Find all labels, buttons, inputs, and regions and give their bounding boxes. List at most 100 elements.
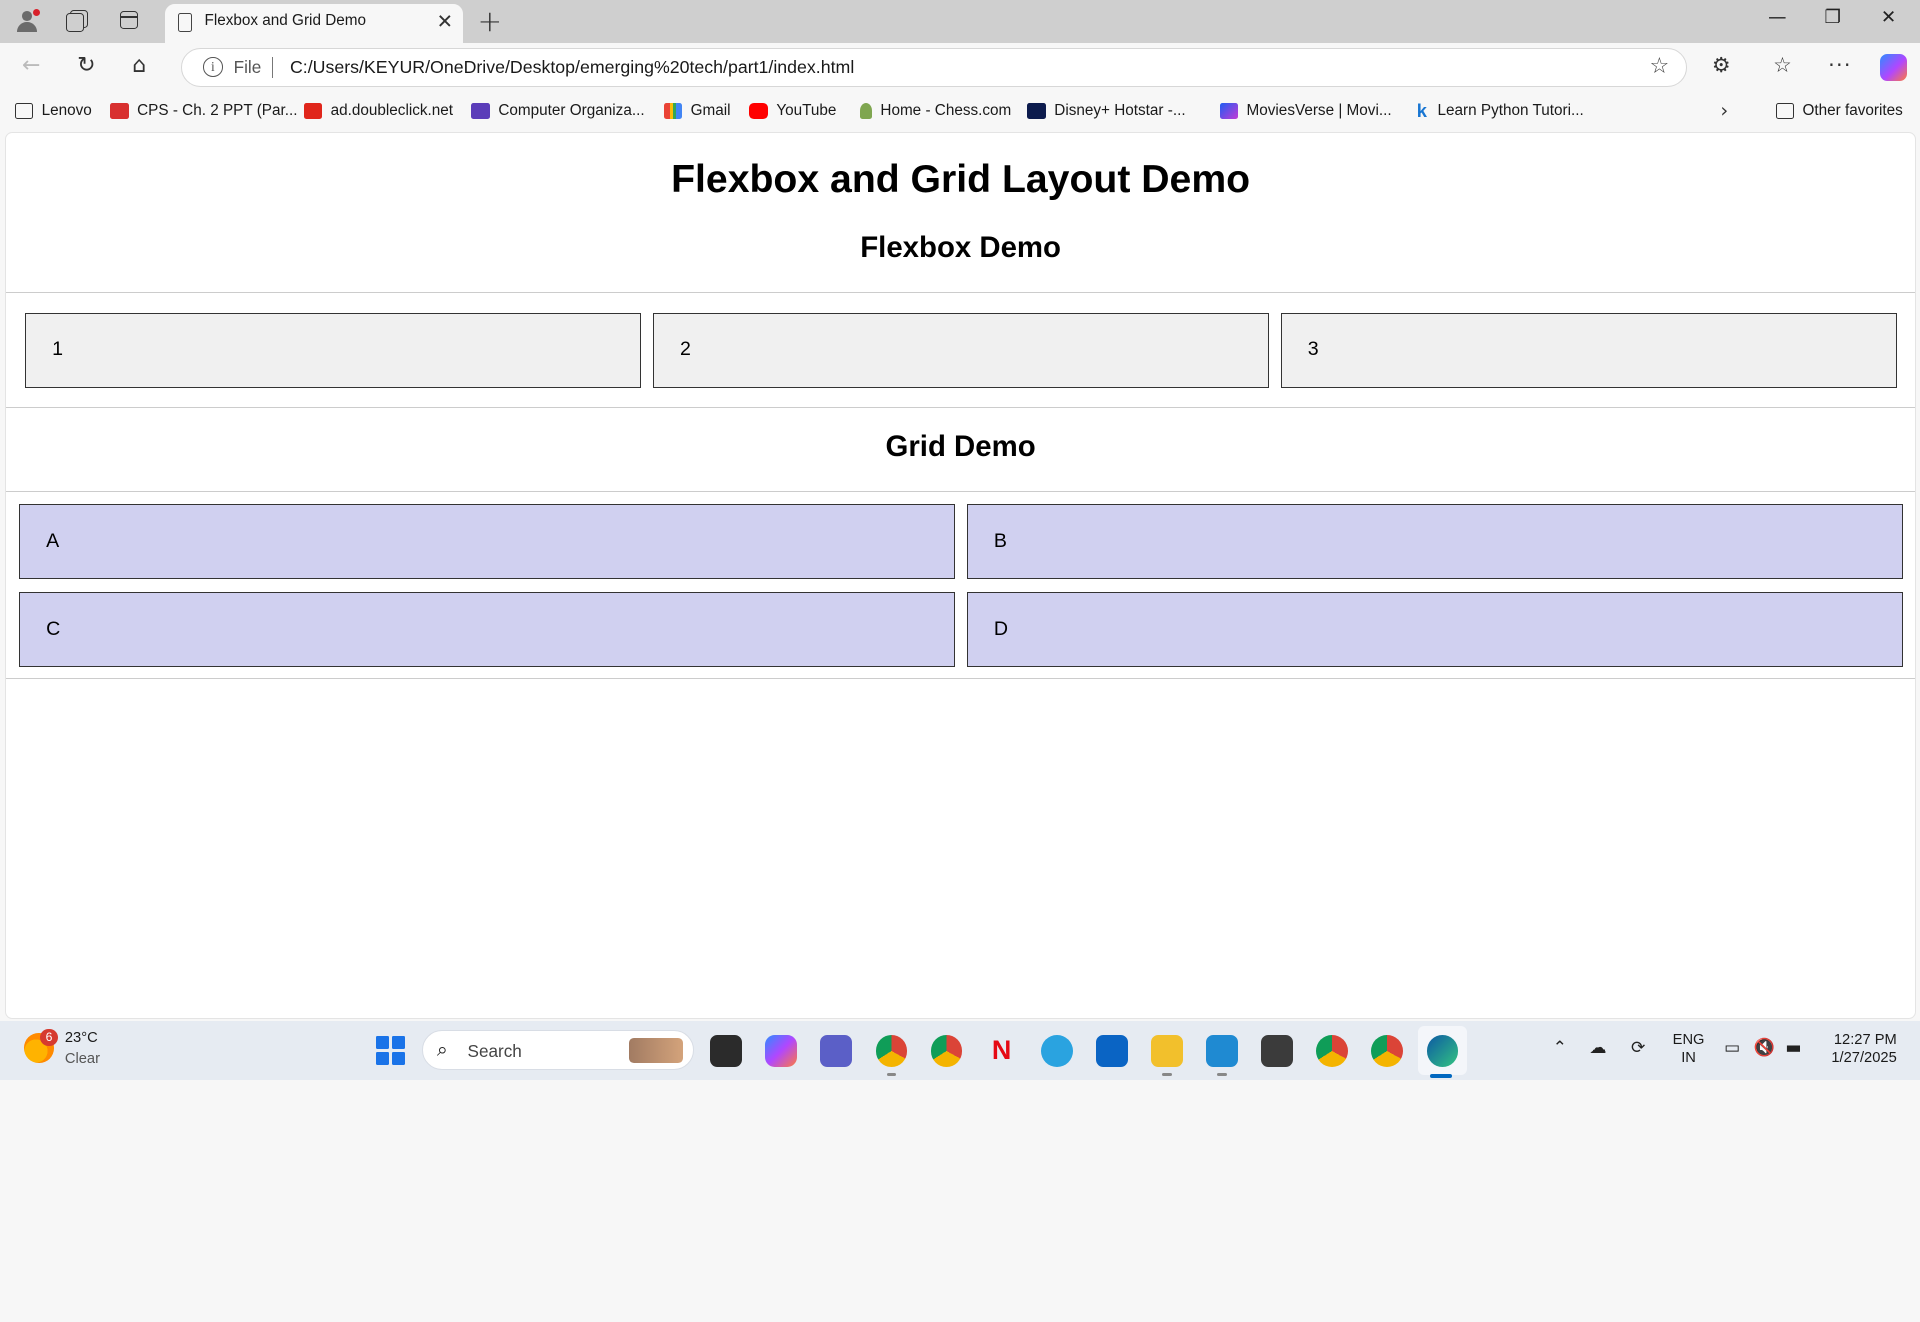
weather-temperature[interactable]: 23°C	[65, 1030, 98, 1046]
favorite-label: CPS - Ch. 2 PPT (Par...	[137, 101, 298, 119]
favorite-youtube[interactable]: YouTube	[749, 102, 836, 120]
grid-heading: Grid Demo	[885, 429, 1036, 463]
region-code: IN	[1681, 1050, 1696, 1067]
favorites-bar: Lenovo CPS - Ch. 2 PPT (Par... ad.double…	[0, 93, 1920, 133]
copilot-icon[interactable]	[1879, 53, 1907, 81]
app-running-indicator	[1162, 1072, 1172, 1077]
profile-icon[interactable]	[15, 8, 41, 33]
taskbar-search[interactable]: ⌕ Search	[422, 1029, 695, 1071]
volume-muted-icon[interactable]: 🔇	[1753, 1038, 1774, 1058]
gmail-icon	[663, 102, 683, 119]
tab-active[interactable]: Flexbox and Grid Demo ✕	[165, 3, 463, 43]
task-view-icon[interactable]	[710, 1034, 743, 1067]
moviesverse-icon	[1219, 102, 1238, 119]
folder-icon	[14, 102, 34, 119]
chrome-alt2-icon[interactable]	[1371, 1034, 1404, 1067]
language-code: ENG	[1672, 1032, 1705, 1048]
favorite-learn-python[interactable]: k Learn Python Tutori...	[1416, 99, 1584, 121]
clock[interactable]: 12:27 PM 1/27/2025	[1817, 1031, 1897, 1068]
vertical-tabs-icon[interactable]	[118, 9, 142, 33]
chrome-icon[interactable]	[875, 1034, 908, 1067]
doubleclick-icon	[303, 102, 323, 119]
weather-condition[interactable]: Clear	[65, 1051, 100, 1067]
grid-item: A	[19, 504, 955, 579]
home-button[interactable]: ⌂	[132, 53, 146, 78]
minimize-button[interactable]: —	[1768, 7, 1786, 28]
favorite-cps[interactable]: CPS - Ch. 2 PPT (Par...	[110, 101, 298, 120]
favorite-label: Disney+ Hotstar -...	[1054, 101, 1186, 119]
favorite-chess[interactable]: Home - Chess.com	[859, 102, 1011, 120]
favorite-gmail[interactable]: Gmail	[663, 101, 731, 120]
windows-start-icon[interactable]	[375, 1035, 406, 1066]
close-window-button[interactable]: ✕	[1881, 7, 1896, 28]
app-running-indicator	[886, 1072, 897, 1077]
vscode-icon[interactable]	[1206, 1034, 1238, 1067]
clock-time: 12:27 PM	[1833, 1032, 1897, 1048]
new-tab-button[interactable]: +	[478, 4, 503, 38]
favorite-computer-organization[interactable]: Computer Organiza...	[471, 101, 645, 120]
chrome-alt-icon[interactable]	[1316, 1034, 1349, 1067]
chrome-profile-icon[interactable]	[930, 1034, 963, 1067]
url-text[interactable]: C:/Users/KEYUR/OneDrive/Desktop/emerging…	[290, 57, 854, 78]
page-viewport: Flexbox and Grid Layout Demo Flexbox Dem…	[4, 132, 1917, 1019]
favorites-icon[interactable]: ☆	[1773, 53, 1792, 77]
weather-badge: 6	[40, 1028, 58, 1046]
back-button[interactable]: ←	[22, 53, 40, 78]
flexbox-heading: Flexbox Demo	[860, 231, 1061, 265]
taskbar: 6 23°C Clear ⌕ Search N ⌃ ☁ ⟳ ENG IN ▭ 🔇…	[0, 1021, 1920, 1080]
search-placeholder: Search	[467, 1040, 522, 1061]
grid-item: B	[967, 504, 1903, 579]
netflix-icon[interactable]: N	[986, 1035, 1018, 1067]
chess-icon	[859, 102, 872, 119]
favorite-doubleclick[interactable]: ad.doubleclick.net	[303, 102, 453, 120]
favorite-hotstar[interactable]: Disney+ Hotstar -...	[1027, 101, 1186, 120]
reload-button[interactable]: ↻	[77, 53, 95, 78]
site-info-icon[interactable]: i	[203, 57, 223, 77]
extensions-icon[interactable]: ⚙	[1712, 53, 1731, 77]
address-bar[interactable]: i File C:/Users/KEYUR/OneDrive/Desktop/e…	[181, 47, 1688, 87]
favorite-moviesverse[interactable]: MoviesVerse | Movi...	[1219, 102, 1392, 120]
divider	[271, 57, 273, 79]
edge-icon[interactable]	[1426, 1034, 1459, 1067]
flex-container: 1 2 3	[5, 292, 1916, 408]
more-menu-icon[interactable]: ···	[1828, 53, 1852, 77]
chevron-up-icon[interactable]: ⌃	[1553, 1038, 1567, 1058]
sync-icon[interactable]: ⟳	[1631, 1038, 1645, 1058]
close-tab-icon[interactable]: ✕	[437, 10, 453, 33]
favorite-star-icon[interactable]: ☆	[1649, 54, 1669, 79]
pdf-icon	[110, 102, 129, 119]
favorite-label: Learn Python Tutori...	[1437, 101, 1584, 119]
onedrive-icon[interactable]: ☁	[1589, 1038, 1606, 1058]
language-indicator[interactable]: ENG IN	[1673, 1031, 1705, 1068]
sublime-icon[interactable]	[1261, 1034, 1294, 1067]
battery-icon[interactable]: ▬	[1785, 1038, 1801, 1058]
screen: Flexbox and Grid Demo ✕ + — ❐ ✕ ← ↻ ⌂ i …	[0, 0, 1920, 1080]
navigation-bar: ← ↻ ⌂ i File C:/Users/KEYUR/OneDrive/Des…	[0, 42, 1920, 94]
restore-button[interactable]: ❐	[1825, 7, 1841, 28]
clock-date: 1/27/2025	[1831, 1050, 1897, 1067]
other-favorites[interactable]: Other favorites	[1775, 101, 1903, 120]
favorite-label: YouTube	[776, 101, 837, 119]
outlook-icon[interactable]	[1095, 1034, 1128, 1067]
favorite-label: Computer Organiza...	[498, 101, 645, 119]
file-explorer-icon[interactable]	[1151, 1034, 1183, 1067]
grid-item: C	[19, 592, 955, 667]
other-favorites-label: Other favorites	[1802, 101, 1903, 119]
scheme-label: File	[233, 57, 262, 78]
favorite-label: Lenovo	[41, 101, 92, 119]
network-icon[interactable]: ▭	[1724, 1038, 1740, 1058]
flex-item: 3	[1281, 312, 1897, 388]
workspaces-icon[interactable]	[65, 9, 89, 33]
tab-title: Flexbox and Grid Demo	[204, 12, 367, 30]
form-icon	[471, 102, 490, 119]
folder-icon	[1775, 102, 1794, 119]
search-icon: ⌕	[436, 1038, 448, 1062]
favorite-label: Gmail	[690, 101, 731, 119]
teams-icon[interactable]	[820, 1034, 853, 1067]
chevron-right-icon[interactable]: ›	[1720, 99, 1728, 122]
telegram-icon[interactable]	[1040, 1034, 1073, 1067]
k-icon: k	[1416, 99, 1427, 121]
app-running-indicator	[1217, 1072, 1227, 1077]
copilot-app-icon[interactable]	[765, 1034, 798, 1067]
favorite-lenovo[interactable]: Lenovo	[14, 101, 92, 120]
